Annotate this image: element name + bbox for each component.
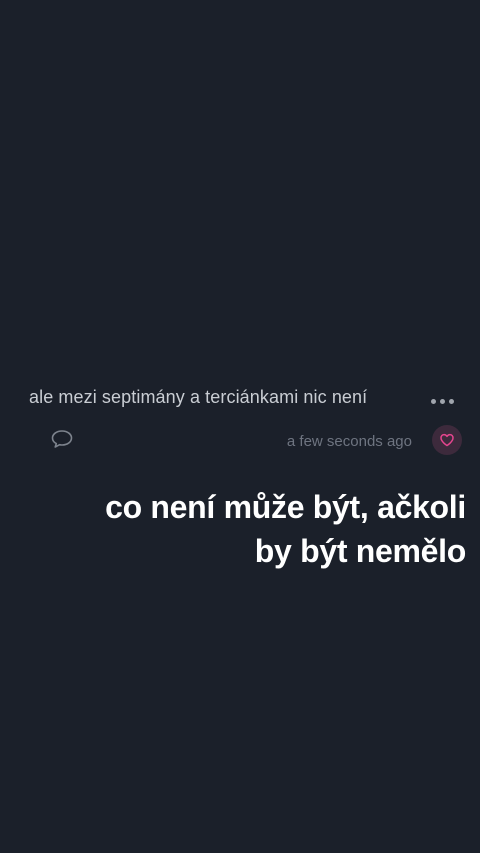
heart-icon: [440, 433, 454, 447]
reply-line-1: co není může být, ačkoli: [105, 489, 466, 525]
reply-caption: co není může být, ačkoli by být nemělo: [6, 485, 466, 573]
more-dot: [440, 399, 445, 404]
post-card: ale mezi septimány a terciánkami nic nen…: [0, 380, 480, 460]
more-dot: [431, 399, 436, 404]
post-timestamp: a few seconds ago: [286, 433, 412, 450]
reply-line-2: by být nemělo: [254, 533, 467, 569]
speech-bubble-icon: [51, 430, 73, 448]
comment-button[interactable]: [50, 428, 74, 450]
more-options-button[interactable]: [431, 399, 454, 404]
more-dot: [449, 399, 454, 404]
like-button[interactable]: [432, 425, 462, 455]
post-text: ale mezi septimány a terciánkami nic nen…: [29, 387, 368, 407]
